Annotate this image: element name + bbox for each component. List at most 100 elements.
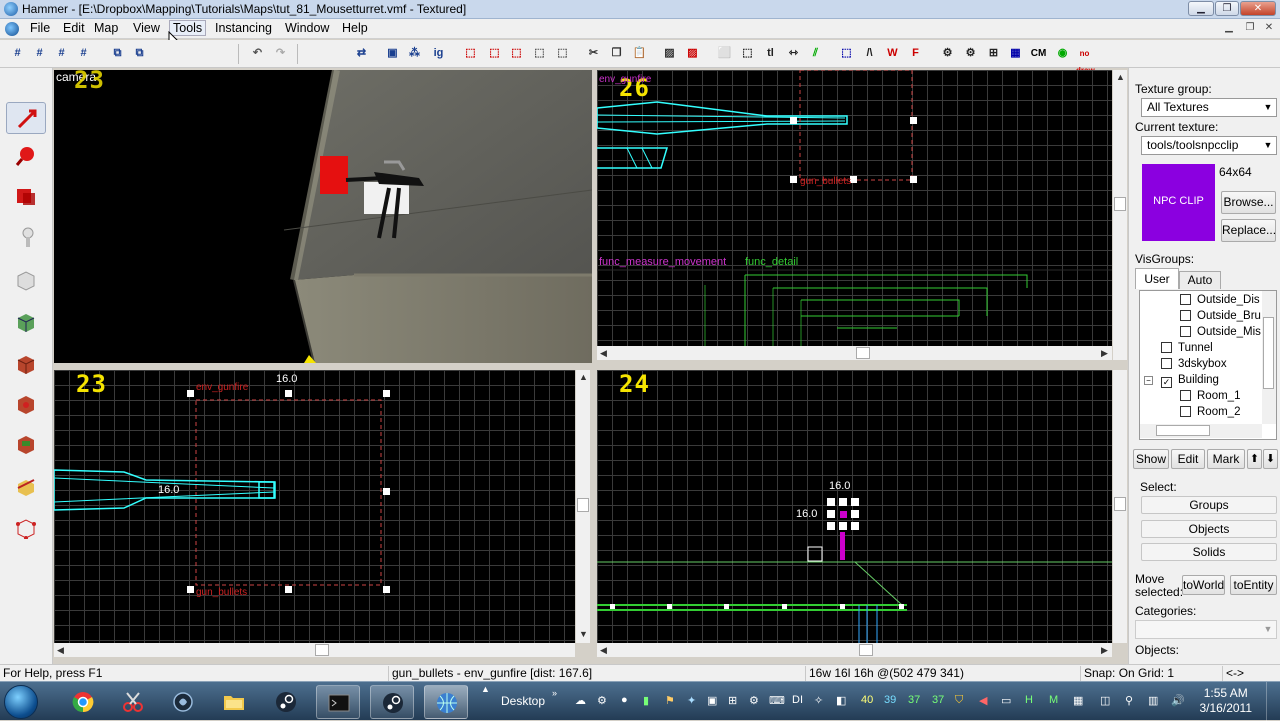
tray-app4-icon[interactable]: ◫ bbox=[1100, 694, 1110, 707]
checkbox-unchecked-icon[interactable] bbox=[1161, 342, 1172, 353]
mdi-close-button[interactable]: ✕ bbox=[1262, 22, 1276, 35]
mdi-minimize-button[interactable]: ▁ bbox=[1222, 22, 1236, 35]
texture-application-tool[interactable] bbox=[6, 306, 46, 338]
current-texture-select[interactable]: tools/toolsnpcclip ▼ bbox=[1141, 136, 1277, 155]
checkbox-checked-icon[interactable]: ✓ bbox=[1161, 377, 1172, 388]
compile-icon[interactable]: ⇄ bbox=[353, 45, 370, 62]
bottom-left-vscroll[interactable]: ▲ ▼ bbox=[576, 370, 590, 643]
tray-h-icon[interactable]: H bbox=[1025, 694, 1033, 706]
bottom-left-hscroll[interactable]: ◀ bbox=[54, 643, 575, 657]
menu-map[interactable]: Map bbox=[91, 21, 121, 35]
checkbox-unchecked-icon[interactable] bbox=[1180, 390, 1191, 401]
ignore-grouping-icon[interactable]: ig bbox=[430, 45, 447, 62]
tray-flag-icon[interactable]: ⚑ bbox=[665, 694, 675, 707]
desktop-toolbar-expand-icon[interactable]: » bbox=[552, 688, 557, 698]
tool-tl-icon[interactable]: tl bbox=[762, 45, 779, 62]
checkbox-unchecked-icon[interactable] bbox=[1180, 294, 1191, 305]
scroll-left-arrow[interactable]: ◀ bbox=[57, 645, 64, 656]
browse-button[interactable]: Browse... bbox=[1221, 191, 1276, 214]
texture-toggle-red-icon[interactable]: ▨ bbox=[684, 45, 701, 62]
tray-temp-icon[interactable]: ◧ bbox=[836, 694, 846, 707]
tray-keyboard-icon[interactable]: ⌨ bbox=[769, 694, 785, 707]
visgroup-building[interactable]: − ✓ Building bbox=[1144, 373, 1219, 388]
tray-gear-icon[interactable]: ⚙ bbox=[749, 694, 759, 707]
tray-m-icon[interactable]: M bbox=[1049, 694, 1058, 706]
vertex-tool[interactable] bbox=[6, 512, 46, 544]
cursor-select-icon[interactable]: ⬚ bbox=[739, 45, 756, 62]
apply-texture-tool[interactable] bbox=[6, 348, 46, 380]
select-objects-button[interactable]: Objects bbox=[1141, 520, 1277, 538]
hscroll-thumb[interactable] bbox=[859, 644, 873, 656]
grid-3d-icon[interactable]: # bbox=[31, 45, 48, 62]
scroll-right-arrow[interactable]: ▶ bbox=[1101, 645, 1108, 656]
selection-box-icon[interactable]: ⬜ bbox=[716, 45, 733, 62]
visgroup2-icon[interactable]: ⬚ bbox=[554, 45, 571, 62]
tray-display-icon[interactable]: ▭ bbox=[1001, 694, 1011, 707]
cordon-icon[interactable]: ▦ bbox=[1007, 45, 1024, 62]
mdi-restore-button[interactable]: ❐ bbox=[1243, 22, 1257, 35]
cm-icon[interactable]: CM bbox=[1030, 45, 1047, 62]
undo-icon[interactable]: ↶ bbox=[249, 45, 266, 62]
menu-help[interactable]: Help bbox=[339, 21, 371, 35]
visgroup-outside-mis[interactable]: Outside_Mis bbox=[1180, 325, 1261, 340]
to-world-button[interactable]: toWorld bbox=[1182, 575, 1225, 595]
show-desktop-button[interactable] bbox=[1266, 682, 1280, 721]
visgroup-icon[interactable]: ⬚ bbox=[531, 45, 548, 62]
tree-hscroll[interactable] bbox=[1140, 424, 1262, 438]
tray-calc-icon[interactable]: ⊞ bbox=[728, 694, 737, 707]
taskbar-steam[interactable] bbox=[264, 685, 308, 719]
menu-edit[interactable]: Edit bbox=[60, 21, 88, 35]
tray-network-bars-icon[interactable]: ▥ bbox=[1148, 694, 1158, 707]
scroll-up-arrow[interactable]: ▲ bbox=[579, 372, 588, 382]
nodraw-icon[interactable]: no draw bbox=[1076, 45, 1095, 75]
taskbar-cmd[interactable] bbox=[316, 685, 360, 719]
vscroll-thumb[interactable] bbox=[577, 498, 589, 512]
visgroup-outside-dis[interactable]: Outside_Dis bbox=[1180, 293, 1260, 308]
helpers-icon[interactable]: ⬚ bbox=[838, 45, 855, 62]
hscroll-thumb[interactable] bbox=[856, 347, 870, 359]
taskbar-clock[interactable]: 1:55 AM 3/16/2011 bbox=[1200, 686, 1253, 716]
tray-app3-icon[interactable]: ▦ bbox=[1073, 694, 1083, 707]
toggle-texture-icon[interactable]: ▨ bbox=[661, 45, 678, 62]
camera-viewport[interactable]: camera 23 bbox=[54, 70, 592, 363]
categories-select[interactable]: ▼ bbox=[1135, 620, 1277, 639]
block-tool[interactable] bbox=[6, 264, 46, 296]
checkbox-unchecked-icon[interactable] bbox=[1161, 358, 1172, 369]
tab-user[interactable]: User bbox=[1135, 268, 1179, 289]
hide-selected-icon[interactable]: ⬚ bbox=[462, 45, 479, 62]
grid-larger-icon[interactable]: # bbox=[75, 45, 92, 62]
show-all-icon[interactable]: ⬚ bbox=[508, 45, 525, 62]
checkbox-unchecked-icon[interactable] bbox=[1180, 310, 1191, 321]
select-solids-button[interactable]: Solids bbox=[1141, 543, 1277, 561]
texture-group-select[interactable]: All Textures ▼ bbox=[1141, 98, 1277, 117]
grid-toggle-icon[interactable]: # bbox=[9, 45, 26, 62]
tray-app-icon[interactable]: ☁ bbox=[575, 694, 586, 707]
models-icon[interactable]: /\ bbox=[861, 45, 878, 62]
tray-app2-icon[interactable]: ✧ bbox=[814, 694, 823, 707]
texture-scale-lock-icon[interactable]: ⁂ bbox=[406, 45, 423, 62]
taskbar-steam-running[interactable] bbox=[370, 685, 414, 719]
edit-button[interactable]: Edit bbox=[1171, 449, 1205, 469]
taskbar-hammer[interactable] bbox=[424, 685, 468, 719]
tray-volume-icon[interactable]: 🔊 bbox=[1171, 694, 1185, 707]
scroll-left-arrow[interactable]: ◀ bbox=[600, 645, 607, 656]
magnify-tool[interactable] bbox=[6, 140, 46, 172]
bottom-left-2d-viewport[interactable]: 23 16.0 16.0 env_gunfire gun_bullets bbox=[54, 370, 575, 643]
select-groups-button[interactable]: Groups bbox=[1141, 496, 1277, 514]
tray-monitor-icon[interactable]: ▣ bbox=[707, 694, 717, 707]
radar-icon[interactable]: ◉ bbox=[1054, 45, 1071, 62]
top-right-hscroll[interactable]: ◀ ▶ bbox=[597, 346, 1112, 360]
settings-icon[interactable]: ⚙ bbox=[962, 45, 979, 62]
menu-instancing[interactable]: Instancing bbox=[212, 21, 275, 35]
tree-vscroll-thumb[interactable] bbox=[1263, 317, 1274, 389]
move-up-button[interactable]: ⬆ bbox=[1247, 449, 1262, 469]
scroll-down-arrow[interactable]: ▼ bbox=[579, 629, 588, 639]
selection-tool[interactable] bbox=[6, 102, 46, 134]
tree-collapse-icon[interactable]: − bbox=[1144, 376, 1153, 385]
camera-tool[interactable] bbox=[6, 180, 46, 212]
hide-unselected-icon[interactable]: ⬚ bbox=[486, 45, 503, 62]
show-button[interactable]: Show bbox=[1133, 449, 1169, 469]
copy-icon[interactable]: ❐ bbox=[608, 45, 625, 62]
group-icon[interactable]: ⧉ bbox=[131, 45, 148, 62]
tray-battery-icon[interactable]: ▮ bbox=[643, 694, 649, 707]
